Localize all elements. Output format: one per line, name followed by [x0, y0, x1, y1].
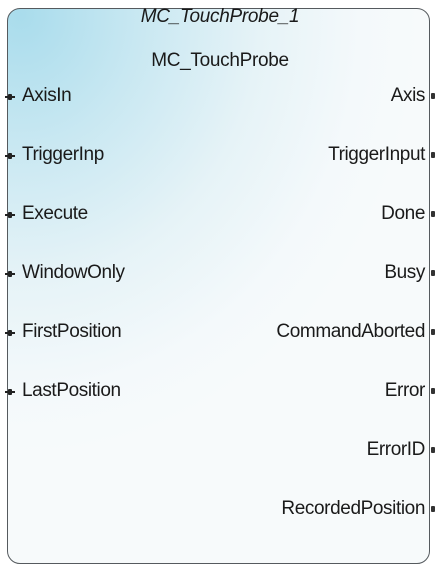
output-pin-connector-errorid[interactable] — [431, 447, 435, 453]
output-pin-connector-busy[interactable] — [431, 270, 435, 276]
instance-name: MC_TouchProbe_1 — [140, 6, 300, 27]
input-pin-firstposition: FirstPosition — [22, 321, 122, 342]
input-pin-connector-execute[interactable] — [5, 212, 15, 218]
input-pin-connector-firstposition[interactable] — [5, 330, 15, 336]
input-pin-connector-axisin[interactable] — [5, 94, 15, 100]
input-pin-windowonly: WindowOnly — [22, 262, 125, 283]
output-pin-recordedposition: RecordedPosition — [281, 498, 425, 519]
output-pin-connector-commandaborted[interactable] — [431, 329, 435, 335]
input-pin-triggerinp: TriggerInp — [22, 144, 104, 165]
input-pin-lastposition: LastPosition — [22, 380, 121, 401]
input-pin-execute: Execute — [22, 203, 88, 224]
output-pin-connector-recordedposition[interactable] — [431, 506, 435, 512]
output-pin-connector-triggerinput[interactable] — [431, 152, 435, 158]
output-pin-connector-axis[interactable] — [431, 93, 435, 99]
block-type-name: MC_TouchProbe — [151, 50, 289, 71]
output-pin-connector-done[interactable] — [431, 211, 435, 217]
output-pin-triggerinput: TriggerInput — [328, 144, 425, 165]
output-pin-error: Error — [384, 380, 426, 401]
output-pin-axis: Axis — [390, 85, 426, 106]
output-pin-busy: Busy — [384, 262, 425, 283]
output-pin-done: Done — [381, 203, 425, 224]
output-pin-errorid: ErrorID — [366, 439, 426, 460]
input-pin-connector-lastposition[interactable] — [5, 389, 15, 395]
input-pin-connector-triggerinp[interactable] — [5, 153, 15, 159]
output-pin-connector-error[interactable] — [431, 388, 435, 394]
input-pin-axisin: AxisIn — [22, 85, 72, 106]
input-pin-connector-windowonly[interactable] — [5, 271, 15, 277]
output-pin-commandaborted: CommandAborted — [276, 321, 425, 342]
